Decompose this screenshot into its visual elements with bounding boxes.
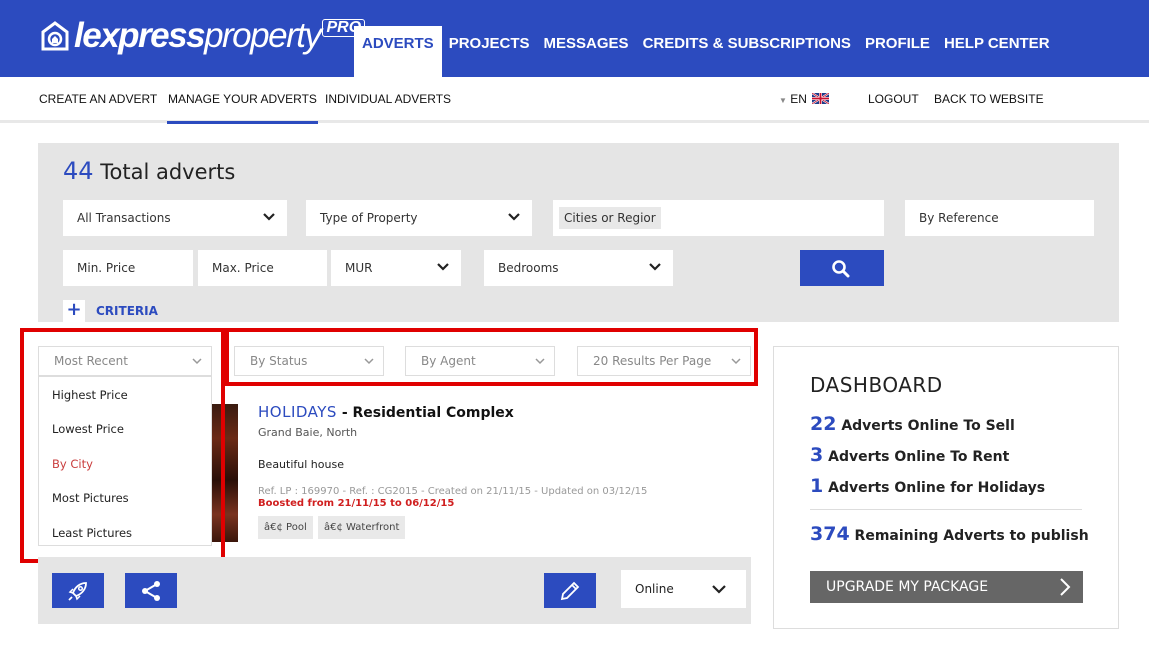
upgrade-package-button[interactable]: UPGRADE MY PACKAGE bbox=[810, 571, 1083, 603]
cities-value: Cities or Regior bbox=[559, 207, 661, 229]
logout-link[interactable]: LOGOUT bbox=[868, 92, 919, 106]
reference-input[interactable]: By Reference bbox=[905, 200, 1094, 236]
back-to-website-link[interactable]: BACK TO WEBSITE bbox=[934, 92, 1044, 106]
nav-messages[interactable]: MESSAGES bbox=[537, 26, 636, 77]
listing-status-value: Online bbox=[635, 582, 674, 596]
max-price-placeholder: Max. Price bbox=[212, 261, 274, 275]
sell-count: 22 bbox=[810, 413, 837, 435]
plus-icon: + bbox=[63, 300, 85, 322]
nav-credits[interactable]: CREDITS & SUBSCRIPTIONS bbox=[636, 26, 858, 77]
pencil-icon bbox=[560, 581, 580, 600]
search-button[interactable] bbox=[800, 250, 884, 286]
nav-adverts[interactable]: ADVERTS bbox=[354, 26, 442, 77]
dashboard-rent-stat: 3 Adverts Online To Rent bbox=[810, 444, 1009, 466]
caret-down-icon: ▼ bbox=[779, 96, 787, 105]
dashboard-title: DASHBOARD bbox=[810, 373, 943, 397]
highlight-box bbox=[225, 328, 758, 386]
chevron-right-icon bbox=[1060, 578, 1071, 596]
holiday-label: Adverts Online for Holidays bbox=[828, 480, 1046, 496]
main-nav: ADVERTS PROJECTS MESSAGES CREDITS & SUBS… bbox=[354, 26, 1057, 77]
cities-input[interactable]: Cities or Regior bbox=[553, 200, 884, 236]
currency-value: MUR bbox=[345, 261, 373, 275]
brand-logo[interactable]: lexpressproperty PRO bbox=[40, 16, 366, 55]
language-selector[interactable]: ▼ EN bbox=[779, 92, 830, 106]
transactions-value: All Transactions bbox=[77, 211, 171, 225]
listing-description: Beautiful house bbox=[258, 458, 344, 471]
top-bar: lexpressproperty PRO ADVERTS PROJECTS ME… bbox=[0, 0, 1149, 77]
min-price-input[interactable]: Min. Price bbox=[63, 250, 193, 286]
dashboard-holiday-stat: 1 Adverts Online for Holidays bbox=[810, 475, 1045, 497]
listing-title[interactable]: HOLIDAYS - Residential Complex bbox=[258, 403, 514, 421]
remaining-count: 374 bbox=[810, 523, 850, 545]
listing-tag: â€¢ Pool bbox=[258, 516, 313, 539]
listing-actions-bar: Online bbox=[38, 557, 751, 624]
transactions-select[interactable]: All Transactions bbox=[63, 200, 287, 236]
holiday-count: 1 bbox=[810, 475, 824, 497]
property-type-value: Type of Property bbox=[320, 211, 418, 225]
edit-button[interactable] bbox=[544, 573, 596, 608]
listing-tag: â€¢ Waterfront bbox=[318, 516, 406, 539]
nav-profile[interactable]: PROFILE bbox=[858, 26, 937, 77]
listing-boost: Boosted from 21/11/15 to 06/12/15 bbox=[258, 498, 455, 509]
search-icon bbox=[832, 260, 850, 278]
subnav-create-advert[interactable]: CREATE AN ADVERT bbox=[39, 92, 157, 106]
listing-meta: Ref. LP : 169970 - Ref. : CG2015 - Creat… bbox=[258, 486, 648, 497]
remaining-label: Remaining Adverts to publish bbox=[854, 528, 1089, 544]
divider bbox=[810, 509, 1082, 510]
chevron-down-icon bbox=[437, 263, 449, 271]
dashboard-sell-stat: 22 Adverts Online To Sell bbox=[810, 413, 1015, 435]
boost-button[interactable] bbox=[52, 573, 104, 608]
bedrooms-select[interactable]: Bedrooms bbox=[484, 250, 673, 286]
criteria-label: CRITERIA bbox=[96, 304, 158, 318]
chevron-down-icon bbox=[263, 213, 275, 221]
property-type-select[interactable]: Type of Property bbox=[306, 200, 532, 236]
total-adverts-label: Total adverts bbox=[100, 160, 236, 184]
rent-label: Adverts Online To Rent bbox=[828, 449, 1010, 465]
dashboard-panel: DASHBOARD 22 Adverts Online To Sell 3 Ad… bbox=[773, 346, 1119, 629]
language-label: EN bbox=[790, 92, 807, 106]
listing-location: Grand Baie, North bbox=[258, 426, 358, 439]
bedrooms-value: Bedrooms bbox=[498, 261, 559, 275]
currency-select[interactable]: MUR bbox=[331, 250, 461, 286]
dashboard-remaining-stat: 374 Remaining Adverts to publish bbox=[810, 523, 1089, 545]
reference-placeholder: By Reference bbox=[919, 211, 999, 225]
share-icon bbox=[142, 580, 160, 601]
uk-flag-icon bbox=[812, 93, 830, 104]
chevron-down-icon bbox=[712, 585, 726, 594]
sell-label: Adverts Online To Sell bbox=[841, 418, 1015, 434]
search-panel: 44 Total adverts All Transactions Type o… bbox=[38, 143, 1119, 322]
listing-type: - Residential Complex bbox=[341, 405, 514, 421]
nav-help-center[interactable]: HELP CENTER bbox=[937, 26, 1057, 77]
criteria-toggle[interactable]: + CRITERIA bbox=[63, 300, 158, 322]
nav-projects[interactable]: PROJECTS bbox=[442, 26, 537, 77]
subnav-individual-adverts[interactable]: INDIVIDUAL ADVERTS bbox=[325, 92, 451, 106]
rent-count: 3 bbox=[810, 444, 824, 466]
listing-status-select[interactable]: Online bbox=[621, 570, 746, 608]
upgrade-label: UPGRADE MY PACKAGE bbox=[826, 579, 989, 595]
share-button[interactable] bbox=[125, 573, 177, 608]
house-logo-icon bbox=[41, 21, 69, 51]
listing-category: HOLIDAYS bbox=[258, 403, 337, 421]
sub-nav: CREATE AN ADVERT MANAGE YOUR ADVERTS IND… bbox=[0, 77, 1149, 124]
chevron-down-icon bbox=[508, 213, 520, 221]
chevron-down-icon bbox=[649, 263, 661, 271]
max-price-input[interactable]: Max. Price bbox=[198, 250, 327, 286]
brand-name: lexpressproperty bbox=[74, 16, 322, 55]
highlight-box bbox=[20, 328, 225, 563]
min-price-placeholder: Min. Price bbox=[77, 261, 136, 275]
total-adverts: 44 Total adverts bbox=[63, 157, 235, 185]
total-adverts-count: 44 bbox=[63, 157, 94, 185]
rocket-icon bbox=[68, 581, 87, 601]
subnav-manage-adverts[interactable]: MANAGE YOUR ADVERTS bbox=[167, 92, 318, 124]
